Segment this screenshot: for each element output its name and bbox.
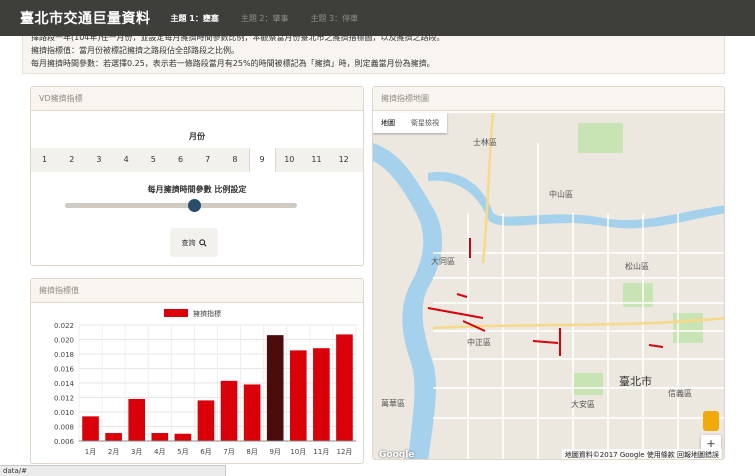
- x-tick-label: 3月: [131, 448, 142, 456]
- x-tick-label: 1月: [85, 448, 96, 456]
- pegman-icon[interactable]: [703, 411, 719, 431]
- terms-link[interactable]: 使用條款: [647, 451, 675, 459]
- map-label-zhongshan: 中山區: [549, 190, 573, 199]
- x-tick-label: 10月: [290, 448, 306, 456]
- x-tick-label: 11月: [313, 448, 329, 456]
- month-option-3[interactable]: 3: [85, 148, 112, 172]
- y-tick-label: 0.008: [54, 424, 74, 432]
- browser-status-bar: data/#: [0, 465, 226, 476]
- month-option-2[interactable]: 2: [58, 148, 85, 172]
- y-tick-label: 0.022: [54, 322, 74, 330]
- congestion-bar-chart: 0.006 0.008 0.010 0.012 0.014 0.016 0.018 0.020…: [54, 309, 357, 456]
- description-line-3: 每月擁擠時間參數：若選擇0.25，表示若一條路段當月有25%的時間被標記為「擁擠…: [31, 59, 435, 68]
- legend-swatch: [164, 309, 188, 317]
- month-option-8[interactable]: 8: [221, 148, 248, 172]
- query-button[interactable]: 查詢: [170, 228, 218, 257]
- nav-topic-2[interactable]: 主題 2：肇事: [241, 13, 289, 24]
- nav-topic-3[interactable]: 主題 3：停車: [311, 13, 359, 24]
- bar-3: [128, 398, 146, 441]
- month-label: 月份: [189, 132, 205, 141]
- map-footer: Google 地圖資料©2017 Google 使用條款 回報地圖錯誤: [373, 449, 724, 460]
- vd-panel-heading: VD擁擠指標: [31, 87, 363, 111]
- x-tick-label: 12月: [336, 448, 352, 456]
- google-logo: Google: [379, 450, 415, 460]
- bar-9: [266, 335, 284, 441]
- month-option-12[interactable]: 12: [330, 148, 357, 172]
- param-label: 每月擁擠時間參數 比例設定: [147, 185, 247, 194]
- map-label-city: 臺北市: [619, 375, 652, 388]
- month-selector: 1 2 3 4 5 6 7 8 9 10 11 12: [31, 148, 363, 172]
- x-tick-label: 6月: [200, 448, 211, 456]
- vd-congestion-panel: VD擁擠指標 月份 1 2 3 4 5 6 7 8 9 10 11 12 每月擁擠時間參數 比例設定 …: [30, 86, 364, 266]
- y-tick-label: 0.020: [54, 337, 74, 345]
- river-keelung: [428, 172, 724, 229]
- bar-6: [197, 400, 215, 441]
- y-tick-label: 0.010: [54, 409, 74, 417]
- bar-10: [289, 350, 307, 441]
- bar-7: [220, 380, 238, 441]
- top-navbar: 臺北市交通巨量資料 主題 1：壅塞 主題 2：肇事 主題 3：停車: [0, 0, 755, 36]
- park-area: [573, 373, 603, 395]
- slider-fill: [65, 203, 195, 208]
- legend-label: 擁擠指標: [193, 309, 221, 318]
- month-option-11[interactable]: 11: [303, 148, 330, 172]
- bar-2: [105, 433, 122, 441]
- x-tick-label: 4月: [154, 448, 165, 456]
- month-option-10[interactable]: 10: [276, 148, 303, 172]
- month-option-4[interactable]: 4: [113, 148, 140, 172]
- map-label-daan: 大安區: [571, 400, 595, 409]
- bar-11: [313, 348, 330, 441]
- month-option-9[interactable]: 9: [248, 148, 276, 172]
- map-type-control: 地圖 衛星檢視: [373, 113, 447, 133]
- search-icon: [198, 238, 207, 247]
- month-option-6[interactable]: 6: [167, 148, 194, 172]
- park-area: [578, 123, 623, 153]
- map-canvas[interactable]: 士林區 中山區 大同區 中正區 大安區 萬華區 信義區 松山區 臺北市 + − …: [373, 113, 724, 460]
- slider-handle[interactable]: [188, 199, 202, 212]
- attribution-text: 地圖資料©2017 Google: [564, 451, 645, 459]
- query-button-label: 查詢: [181, 238, 196, 247]
- x-tick-label: 2月: [108, 448, 119, 456]
- bar-8: [243, 384, 261, 441]
- bar-4: [151, 433, 169, 441]
- brand-title[interactable]: 臺北市交通巨量資料: [20, 8, 151, 28]
- bar-5: [174, 433, 192, 441]
- report-error-link[interactable]: 回報地圖錯誤: [677, 451, 719, 459]
- map-panel-heading: 擁擠指標地圖: [373, 87, 724, 111]
- nav-topic-1[interactable]: 主題 1：壅塞: [171, 13, 219, 24]
- congestion-map-panel: 擁擠指標地圖 士林區 中山區 大同區 中正區 大安區 萬華區 信義區 松山區 臺…: [372, 86, 725, 460]
- y-tick-label: 0.012: [54, 395, 74, 403]
- map-base-layer: [373, 113, 724, 459]
- x-tick-label: 5月: [177, 448, 188, 456]
- bar-1: [82, 416, 99, 441]
- description-line-2: 擁擠指標值：當月份被標記擁擠之路段佔全部路段之比例。: [31, 46, 239, 55]
- description-panel: 擇路段一年(104年)任一月份，並設定每月擁擠時間參數比例，本觀察當月份臺北市之…: [22, 36, 725, 74]
- x-tick-label: 9月: [269, 448, 280, 456]
- month-option-7[interactable]: 7: [194, 148, 221, 172]
- y-tick-label: 0.006: [54, 438, 75, 446]
- congestion-chart-panel: 擁擠指標值 0.006 0.008 0.010 0.012 0.014 0.016 0.01…: [30, 278, 364, 464]
- map-label-shilin: 士林區: [473, 138, 497, 147]
- map-label-xinyi: 信義區: [668, 389, 692, 398]
- map-type-roadmap[interactable]: 地圖: [373, 113, 403, 133]
- month-option-5[interactable]: 5: [140, 148, 167, 172]
- map-attribution: 地圖資料©2017 Google 使用條款 回報地圖錯誤: [561, 449, 722, 459]
- month-option-1[interactable]: 1: [31, 148, 58, 172]
- river-shape: [373, 143, 443, 459]
- y-tick-label: 0.018: [54, 351, 74, 359]
- x-tick-label: 7月: [223, 448, 234, 456]
- bar-12: [336, 334, 353, 441]
- map-label-datong: 大同區: [431, 257, 455, 266]
- map-type-satellite[interactable]: 衛星檢視: [403, 113, 447, 133]
- x-tick-label: 8月: [246, 448, 257, 456]
- y-tick-label: 0.016: [54, 366, 75, 374]
- y-tick-label: 0.014: [54, 380, 75, 388]
- map-label-wanhua: 萬華區: [381, 399, 405, 408]
- map-label-zhongzheng: 中正區: [467, 338, 491, 347]
- description-line-1: 擇路段一年(104年)任一月份，並設定每月擁擠時間參數比例，本觀察當月份臺北市之…: [31, 36, 445, 42]
- map-label-songshan: 松山區: [625, 262, 649, 271]
- chart-panel-heading: 擁擠指標值: [31, 279, 363, 303]
